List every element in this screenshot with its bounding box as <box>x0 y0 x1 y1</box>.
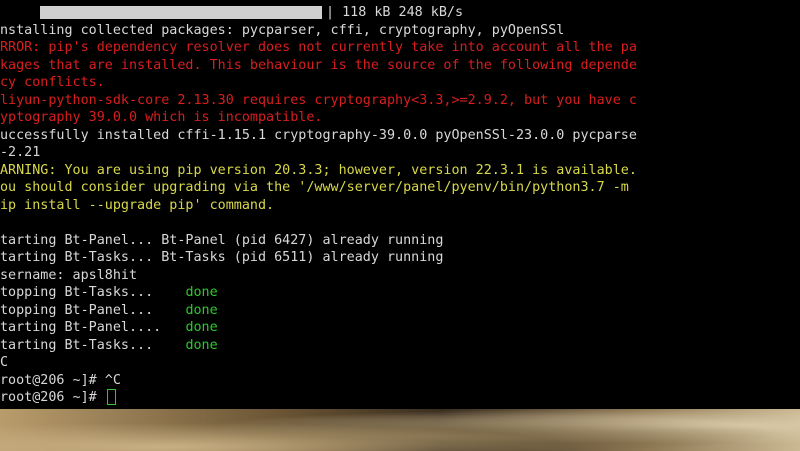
status-line: topping Bt-Panel... done <box>0 302 800 320</box>
terminal-line: nstalling collected packages: pycparser,… <box>0 22 565 38</box>
status-line-text: topping Bt-Tasks... <box>0 285 186 300</box>
active-prompt-line[interactable]: root@206 ~]# <box>0 389 800 407</box>
done-status: done <box>185 320 218 335</box>
status-line-text: tarting Bt-Panel.... <box>0 320 186 335</box>
terminal-output: | 118 kB 248 kB/s nstalling collected pa… <box>0 4 800 407</box>
status-line-text: topping Bt-Panel... <box>0 302 186 318</box>
terminal-line: sername: apsl8hit <box>0 267 138 283</box>
terminal-window[interactable]: | 118 kB 248 kB/s nstalling collected pa… <box>0 0 800 409</box>
terminal-line: uccessfully installed cffi-1.15.1 crypto… <box>0 127 637 143</box>
download-progress-text: | 118 kB 248 kB/s <box>326 5 464 20</box>
status-line: tarting Bt-Tasks... done <box>0 337 800 355</box>
error-line: liyun-python-sdk-core 2.13.30 requires c… <box>0 92 637 108</box>
done-status: done <box>185 302 218 318</box>
error-line: RROR: pip's dependency resolver does not… <box>0 40 637 55</box>
status-line: tarting Bt-Panel.... done <box>0 319 800 337</box>
status-line: topping Bt-Tasks... done <box>0 284 800 302</box>
warning-line: ARNING: You are using pip version 20.3.3… <box>0 162 637 178</box>
error-line: kages that are installed. This behaviour… <box>0 57 637 73</box>
done-status: done <box>185 285 218 300</box>
terminal-line: tarting Bt-Panel... Bt-Panel (pid 6427) … <box>0 232 444 248</box>
cursor-icon <box>106 389 116 405</box>
terminal-line: -2.21 <box>0 145 41 160</box>
desktop-wallpaper <box>0 409 800 451</box>
download-progress-line: | 118 kB 248 kB/s <box>0 4 800 22</box>
status-line-text: tarting Bt-Tasks... <box>0 337 186 353</box>
warning-line: ou should consider upgrading via the '/w… <box>0 180 629 195</box>
done-status: done <box>185 337 218 353</box>
prompt-text: root@206 ~]# <box>0 390 105 405</box>
terminal-line: C <box>0 355 9 370</box>
prompt-line: root@206 ~]# ^C <box>0 372 121 388</box>
error-line: yptography 39.0.0 which is incompatible. <box>0 110 323 125</box>
warning-line: ip install --upgrade pip' command. <box>0 197 275 213</box>
download-progress-bar <box>40 6 322 20</box>
terminal-line: tarting Bt-Tasks... Bt-Tasks (pid 6511) … <box>0 250 444 265</box>
error-line: cy conflicts. <box>0 75 105 90</box>
